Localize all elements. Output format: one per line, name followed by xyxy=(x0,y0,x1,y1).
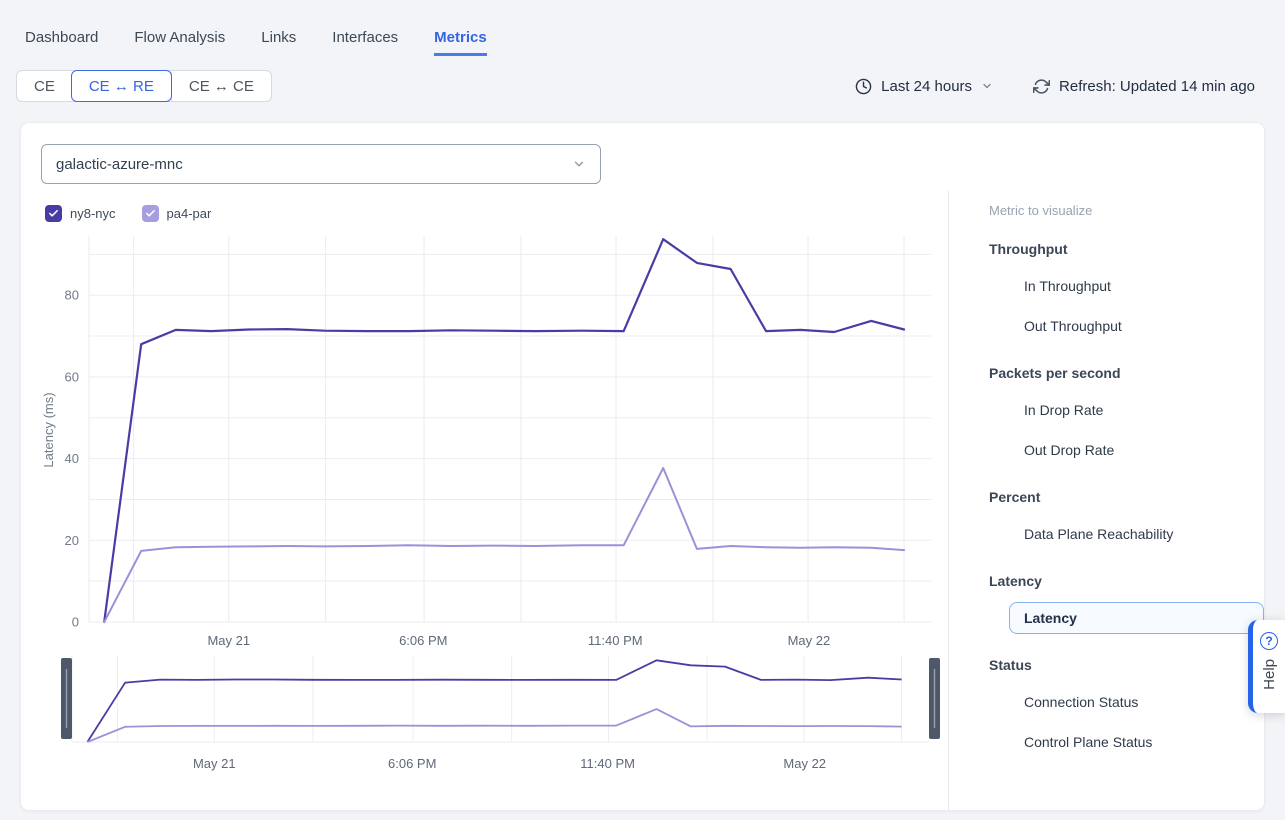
time-range-label: Last 24 hours xyxy=(881,78,972,95)
time-brush-chart[interactable]: May 21 6:06 PM 11:40 PM May 22 xyxy=(41,654,949,776)
metric-item-data-plane-reachability[interactable]: Data Plane Reachability xyxy=(1009,518,1264,550)
nav-tab-interfaces[interactable]: Interfaces xyxy=(332,29,398,56)
checkbox-checked-icon[interactable] xyxy=(142,205,159,222)
help-label: Help xyxy=(1261,659,1278,690)
brush-series-ny8-nyc xyxy=(87,660,901,742)
metrics-card: galactic-azure-mnc ny8-nyc pa4-par 0 20 40… xyxy=(20,122,1265,811)
nav-tab-flow-analysis[interactable]: Flow Analysis xyxy=(134,29,225,56)
x-tick-label: 6:06 PM xyxy=(399,633,447,648)
series-legend: ny8-nyc pa4-par xyxy=(45,205,211,222)
checkbox-checked-icon[interactable] xyxy=(45,205,62,222)
y-tick-label: 40 xyxy=(65,451,79,466)
segment-ce-re[interactable]: CE ↔ RE xyxy=(71,70,172,102)
metric-item-connection-status[interactable]: Connection Status xyxy=(1009,686,1264,718)
series-line-pa4-par xyxy=(104,468,904,622)
metric-item-in-drop-rate[interactable]: In Drop Rate xyxy=(1009,394,1264,426)
y-tick-label: 80 xyxy=(65,288,79,303)
metric-item-latency[interactable]: Latency xyxy=(1009,602,1264,634)
x-tick-label: May 22 xyxy=(788,633,831,648)
y-axis-title: Latency (ms) xyxy=(41,392,56,467)
refresh-icon xyxy=(1033,78,1050,95)
metric-sidebar: Metric to visualize Throughput In Throug… xyxy=(969,191,1264,766)
x-tick-label: 11:40 PM xyxy=(588,633,643,648)
brush-x-tick-label: 6:06 PM xyxy=(388,756,436,771)
help-question-icon: ? xyxy=(1260,632,1278,650)
nav-tab-links[interactable]: Links xyxy=(261,29,296,56)
brush-x-tick-label: May 21 xyxy=(193,756,236,771)
metric-group-pps: Packets per second In Drop Rate Out Drop… xyxy=(989,365,1264,466)
brush-handle-right[interactable] xyxy=(929,658,940,739)
time-range-dropdown[interactable]: Last 24 hours xyxy=(855,78,993,95)
brush-handle-left[interactable] xyxy=(61,658,72,739)
y-tick-label: 0 xyxy=(72,615,79,630)
metric-group-status: Status Connection Status Control Plane S… xyxy=(989,657,1264,758)
brush-x-tick-label: May 22 xyxy=(783,756,826,771)
top-nav: Dashboard Flow Analysis Links Interfaces… xyxy=(0,0,1285,56)
metric-item-out-drop-rate[interactable]: Out Drop Rate xyxy=(1009,434,1264,466)
refresh-label: Refresh: Updated 14 min ago xyxy=(1059,78,1255,95)
chevron-down-icon xyxy=(572,157,586,171)
clock-icon xyxy=(855,78,872,95)
chevron-down-icon xyxy=(981,80,993,92)
nav-tab-dashboard[interactable]: Dashboard xyxy=(25,29,98,56)
brush-series-pa4-par xyxy=(87,709,901,742)
toolbar: CE CE ↔ RE CE ↔ CE Last 24 hours Refresh… xyxy=(16,70,1255,102)
metric-group-label: Latency xyxy=(989,573,1264,589)
metric-item-in-throughput[interactable]: In Throughput xyxy=(1009,270,1264,302)
scope-segmented-control: CE CE ↔ RE CE ↔ CE xyxy=(16,70,272,102)
brush-x-tick-label: 11:40 PM xyxy=(580,756,635,771)
connector-select[interactable]: galactic-azure-mnc xyxy=(41,144,601,184)
legend-label: pa4-par xyxy=(167,206,212,221)
legend-label: ny8-nyc xyxy=(70,206,116,221)
metric-group-label: Status xyxy=(989,657,1264,673)
latency-line-chart: 0 20 40 60 80 Latency (ms) May 21 6:06 PM 11:40 … xyxy=(41,229,949,653)
segment-ce[interactable]: CE xyxy=(17,71,72,101)
refresh-control[interactable]: Refresh: Updated 14 min ago xyxy=(1033,78,1255,95)
metric-item-out-throughput[interactable]: Out Throughput xyxy=(1009,310,1264,342)
x-tick-label: May 21 xyxy=(207,633,250,648)
legend-item-ny8-nyc[interactable]: ny8-nyc xyxy=(45,205,116,222)
sidebar-title: Metric to visualize xyxy=(989,203,1264,218)
y-tick-label: 60 xyxy=(65,369,79,384)
metric-item-control-plane-status[interactable]: Control Plane Status xyxy=(1009,726,1264,758)
metric-group-label: Packets per second xyxy=(989,365,1264,381)
y-tick-label: 20 xyxy=(65,533,79,548)
metric-group-latency: Latency Latency xyxy=(989,573,1264,634)
series-line-ny8-nyc xyxy=(104,239,904,622)
metric-group-percent: Percent Data Plane Reachability xyxy=(989,489,1264,550)
nav-tab-metrics[interactable]: Metrics xyxy=(434,29,487,56)
metric-group-label: Throughput xyxy=(989,241,1264,257)
segment-ce-ce[interactable]: CE ↔ CE xyxy=(171,71,271,101)
help-button[interactable]: ? Help xyxy=(1248,620,1285,713)
metric-group-throughput: Throughput In Throughput Out Throughput xyxy=(989,241,1264,342)
legend-item-pa4-par[interactable]: pa4-par xyxy=(142,205,212,222)
connector-select-value: galactic-azure-mnc xyxy=(56,156,183,173)
metric-group-label: Percent xyxy=(989,489,1264,505)
